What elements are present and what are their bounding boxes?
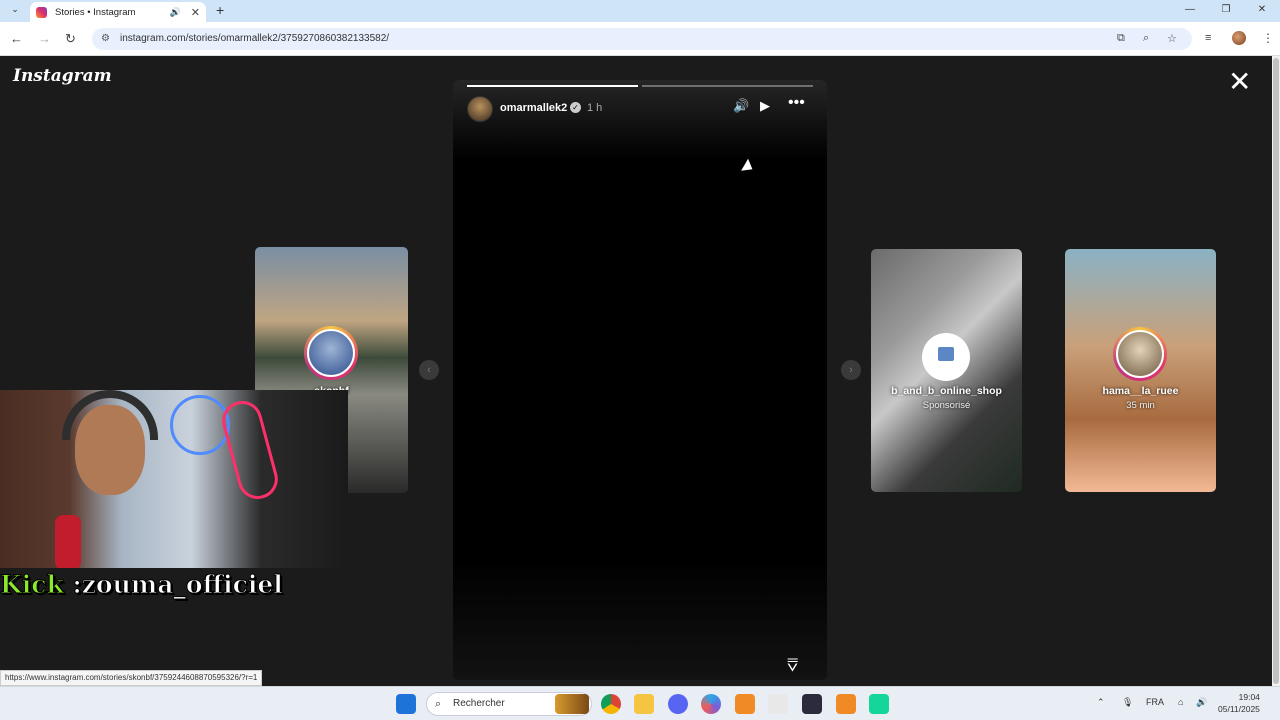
microphone-tray-icon[interactable]: 🎙 [1122,697,1133,708]
story-viewer[interactable]: omarmallek2 ✓ 1 h 🔊 ▶ ••• ⩢ [453,80,827,680]
terminal-icon[interactable] [802,694,822,714]
neon-light [217,396,283,504]
volume-icon[interactable]: 🔊 [1196,697,1207,708]
url-field[interactable]: ⚙ instagram.com/stories/omarmallek2/3759… [92,28,1192,50]
language-indicator[interactable]: FRA [1146,697,1164,707]
neon-light [170,395,230,455]
avatar [1116,330,1164,378]
minimize-button[interactable]: — [1172,0,1208,20]
url-text: instagram.com/stories/omarmallek2/375927… [120,33,390,44]
app-icon[interactable] [768,694,788,714]
close-icon[interactable]: ✕ [1228,68,1251,96]
mute-icon[interactable]: 🔊 [733,98,749,114]
new-tab-button[interactable]: + [216,2,224,18]
shop-logo-icon [938,347,954,361]
app-icon[interactable] [836,694,856,714]
kick-overlay-text: Kick :zouma_officiel [0,570,345,602]
browser-menu-icon[interactable]: ⋮ [1262,31,1274,45]
story-bottom-gradient [453,560,827,680]
kick-handle: :zouma_officiel [63,570,283,600]
story-owner-username[interactable]: omarmallek2 [500,102,567,114]
browser-tab[interactable]: Stories • Instagram 🔊 ✕ [30,2,206,22]
file-explorer-icon[interactable] [634,694,654,714]
discord-icon[interactable] [668,694,688,714]
profile-avatar[interactable] [1232,31,1246,45]
link-status-bar: https://www.instagram.com/stories/skonbf… [0,670,263,686]
story-card-subtitle: Sponsorisé [922,400,971,411]
kick-label: Kick [0,570,64,600]
app-icon[interactable] [735,694,755,714]
chrome-icon[interactable] [601,694,621,714]
microphone-icon [55,515,81,568]
address-bar-row: ← → ↻ ⚙ instagram.com/stories/omarmallek… [0,22,1280,56]
instagram-logo[interactable]: Instagram [13,66,112,86]
maximize-button[interactable]: ❐ [1208,0,1244,20]
story-card-username: hama__la_ruee [1102,385,1179,397]
story-avatar-ring [1113,327,1167,381]
search-placeholder: Rechercher [453,698,505,709]
story-card-hama[interactable]: hama__la_ruee 35 min [1065,249,1216,492]
reload-icon[interactable]: ↻ [65,31,76,47]
windows-start-icon[interactable] [396,694,416,714]
story-progress-bar [467,85,813,87]
bookmark-star-icon[interactable]: ☆ [1167,32,1177,45]
search-icon: ⌕ [435,698,442,710]
instagram-stories-page: Instagram ✕ skonbf ‹ omarmallek2 ✓ 1 h 🔊… [0,56,1272,686]
scrollbar-thumb[interactable] [1273,58,1279,684]
send-message-icon[interactable]: ⩢ [787,655,798,676]
tab-close-icon[interactable]: ✕ [191,6,200,19]
story-owner-avatar[interactable] [467,96,493,122]
previous-story-button[interactable]: ‹ [419,360,439,380]
page-scrollbar[interactable] [1272,56,1280,686]
headset-icon [62,390,158,440]
story-avatar-ring [304,326,358,380]
clock-date: 05/11/2025 [1218,704,1260,714]
tab-title: Stories • Instagram [55,6,136,18]
widget-icon[interactable] [555,694,589,714]
zoom-icon[interactable]: ⌕ [1143,32,1149,45]
install-app-icon[interactable]: ⧉ [1117,32,1125,45]
tab-search-icon[interactable]: ⌄ [8,4,22,18]
story-card-b-and-b[interactable]: b_and_b_online_shop Sponsorisé [871,249,1022,492]
network-icon[interactable]: ⌂ [1178,697,1183,707]
next-story-button[interactable]: › [841,360,861,380]
verified-badge-icon: ✓ [570,102,581,113]
story-top-gradient [453,80,827,160]
site-info-icon[interactable]: ⚙ [101,28,110,50]
media-control-icon[interactable]: ≡ [1205,32,1211,44]
progress-segment [467,85,638,87]
clock-time: 19:04 [1238,692,1260,702]
windows-taskbar: ⌕ Rechercher ⌃ 🎙 FRA ⌂ 🔊 19:04 05/11/202… [0,686,1280,720]
tray-chevron-icon[interactable]: ⌃ [1097,697,1105,708]
browser-tab-strip: ⌄ Stories • Instagram 🔊 ✕ + — ❐ ✕ [0,0,1280,22]
taskbar-clock[interactable]: 19:04 05/11/2025 [1218,691,1260,715]
app-icon[interactable] [869,694,889,714]
back-icon[interactable]: ← [10,31,23,46]
window-controls: — ❐ ✕ [1172,0,1280,20]
story-card-subtitle: 35 min [1126,400,1155,411]
shop-avatar [922,333,970,381]
story-card-username: b_and_b_online_shop [891,385,1002,397]
close-window-button[interactable]: ✕ [1244,0,1280,20]
forward-icon[interactable]: → [38,31,51,46]
avatar [307,329,355,377]
copilot-icon[interactable] [701,694,721,714]
story-time: 1 h [587,102,603,114]
speaker-icon[interactable]: 🔊 [170,7,181,18]
more-options-icon[interactable]: ••• [788,94,805,112]
webcam-overlay [0,390,348,568]
progress-segment [642,85,813,87]
instagram-favicon-icon [36,6,47,18]
play-icon[interactable]: ▶ [760,98,770,114]
